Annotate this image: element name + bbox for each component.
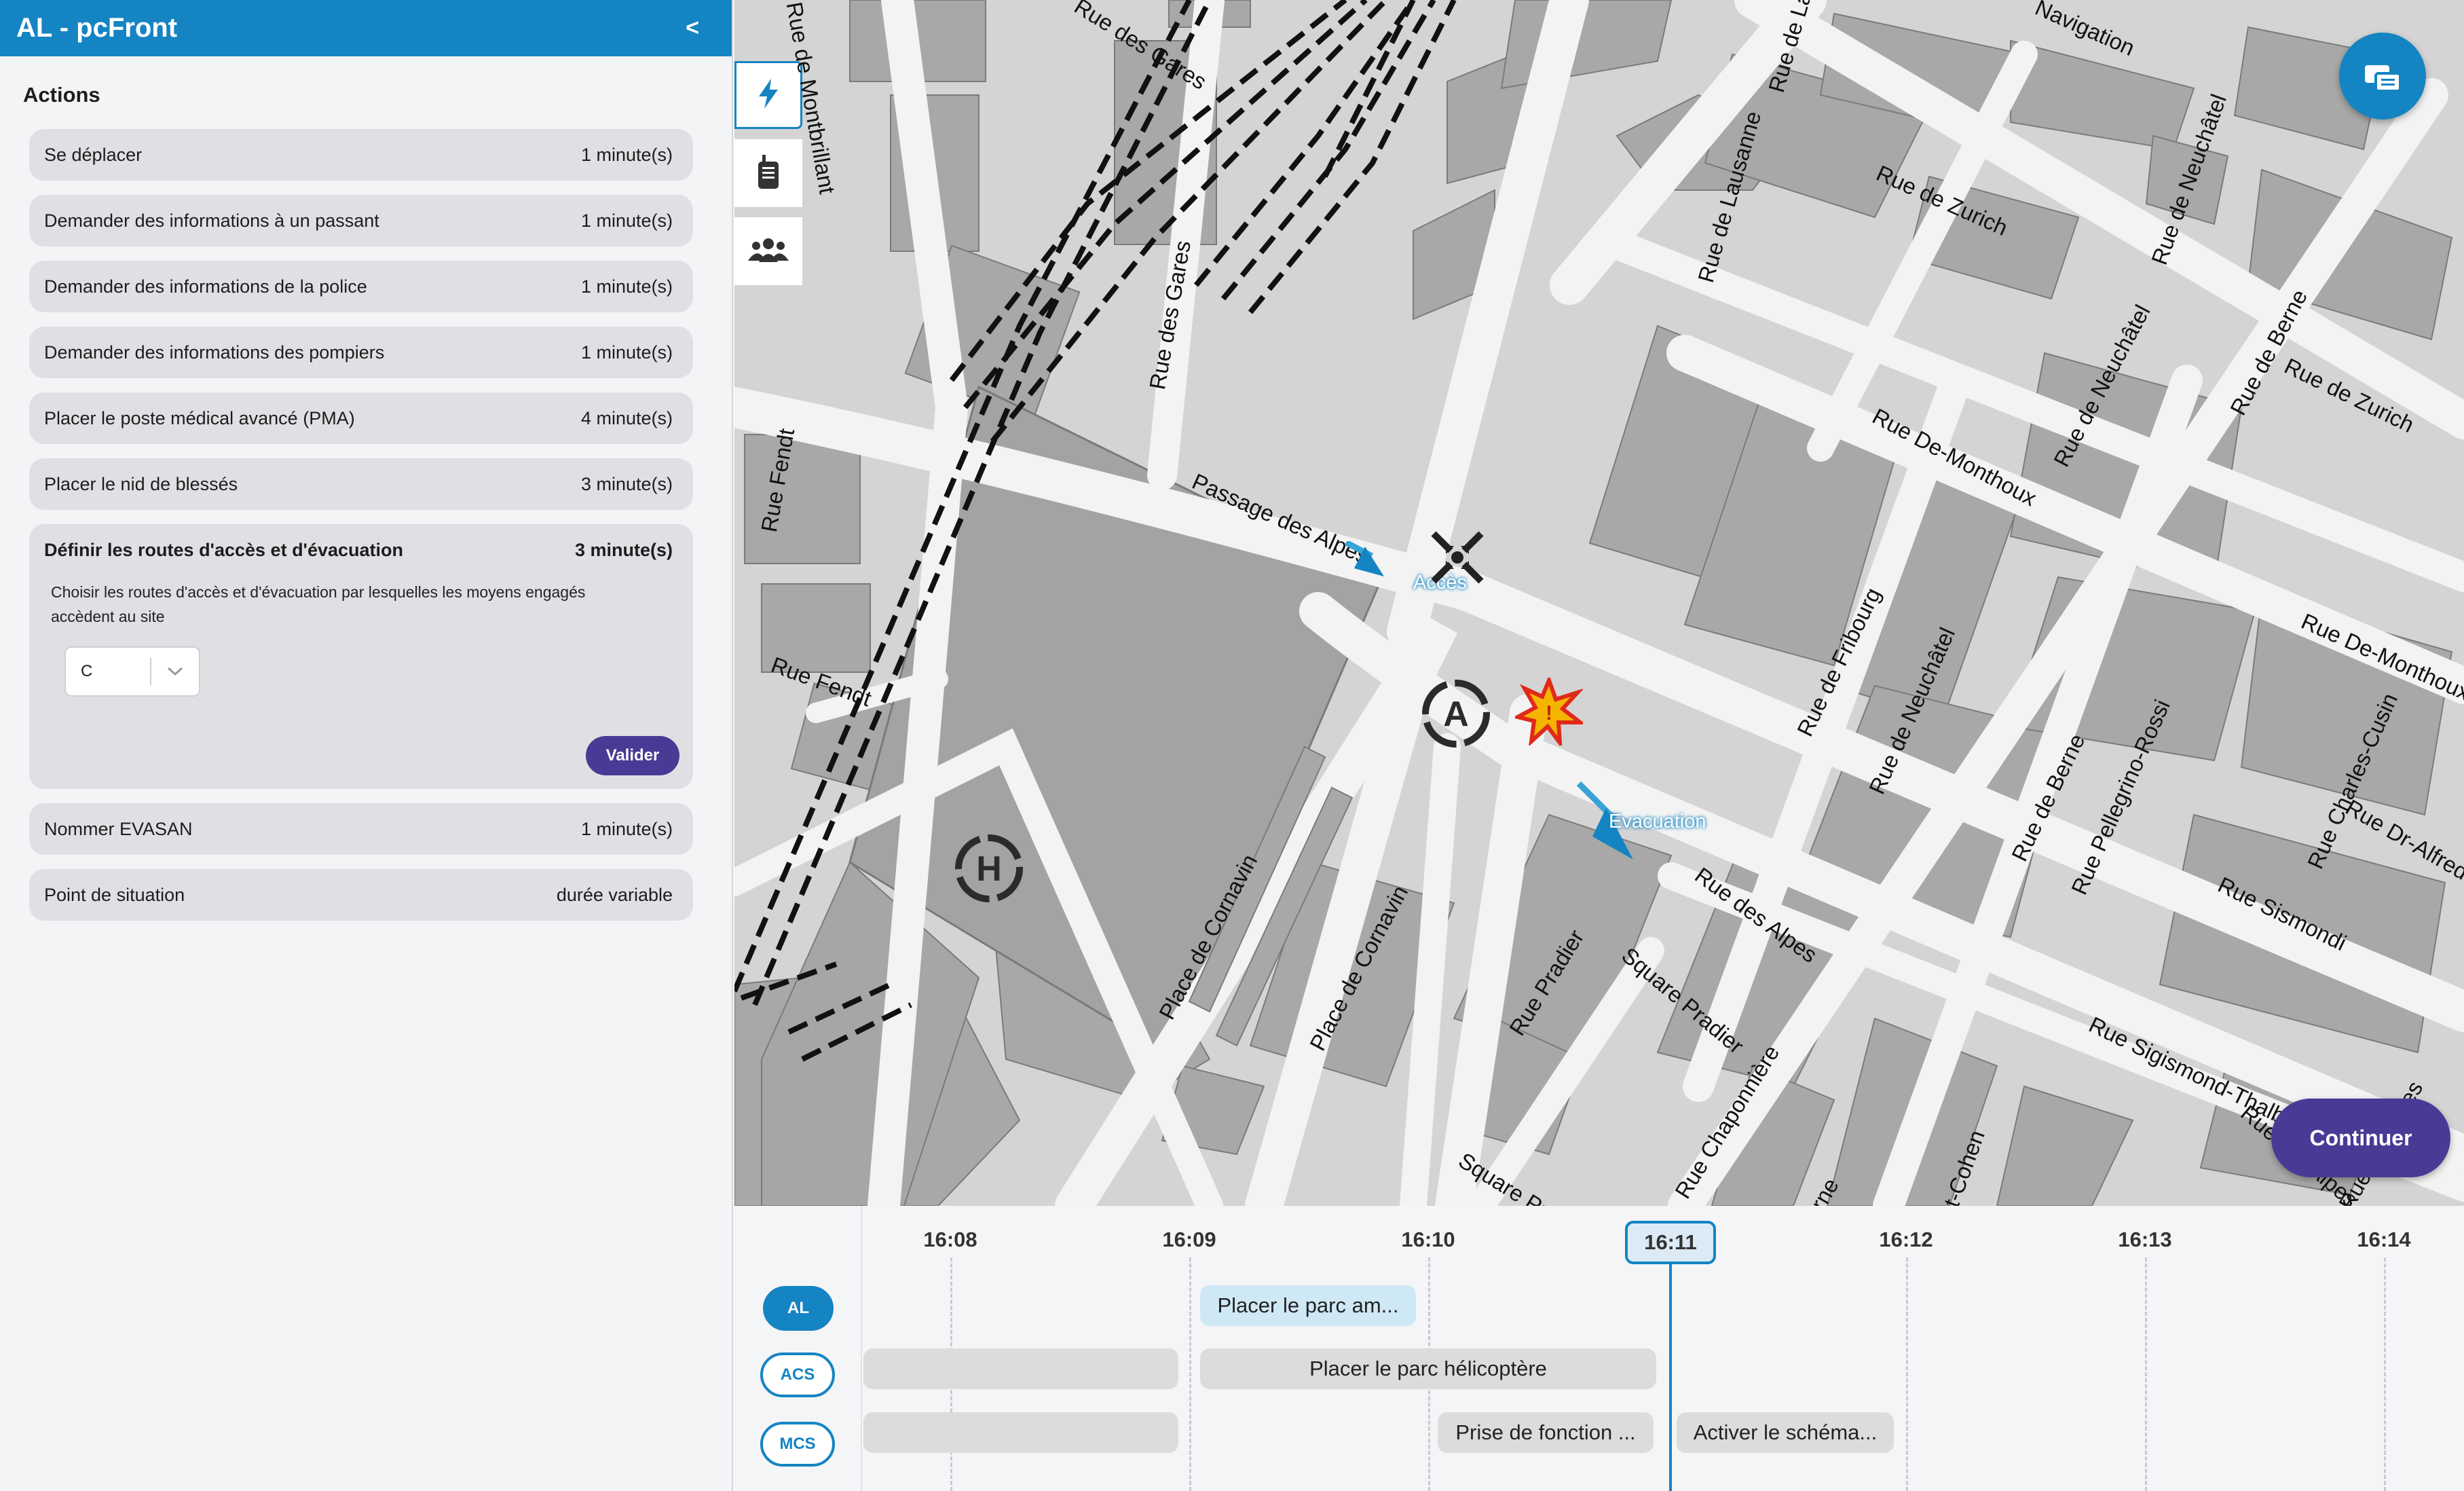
radio-icon xyxy=(755,153,781,194)
action-item-expanded: Définir les routes d'accès et d'évacuati… xyxy=(29,524,693,789)
current-time-badge: 16:11 xyxy=(1625,1221,1716,1264)
timeline-bar[interactable]: Activer le schéma... xyxy=(1677,1412,1894,1453)
map-tool-radio[interactable] xyxy=(734,139,802,207)
timeline-bar[interactable] xyxy=(863,1412,1178,1453)
time-tick: 16:12 xyxy=(1879,1228,1933,1251)
timeline-bar[interactable]: Prise de fonction ... xyxy=(1438,1412,1654,1453)
app-title: AL - pcFront xyxy=(16,13,178,43)
action-duration: durée variable xyxy=(556,884,673,905)
action-label: Nommer EVASAN xyxy=(44,818,193,839)
group-icon xyxy=(748,236,789,267)
actions-heading: Actions xyxy=(23,83,100,107)
action-item[interactable]: Demander des informations des pompiers 1… xyxy=(29,327,693,378)
action-label: Placer le nid de blessés xyxy=(44,473,238,494)
evacuation-route-label: Evacuation xyxy=(1609,811,1706,832)
time-gridline xyxy=(1189,1257,1191,1491)
svg-text:H: H xyxy=(976,849,1002,889)
collapse-panel-button[interactable]: < xyxy=(686,15,699,41)
svg-text:A: A xyxy=(1443,695,1469,734)
actor-acs[interactable]: ACS xyxy=(760,1352,835,1397)
time-gridline xyxy=(2384,1257,2386,1491)
action-label: Demander des informations à un passant xyxy=(44,210,379,231)
assembly-point-icon[interactable] xyxy=(1420,520,1495,595)
action-duration: 3 minute(s) xyxy=(574,539,673,560)
chevron-down-icon[interactable] xyxy=(151,666,199,677)
action-duration: 1 minute(s) xyxy=(580,144,673,165)
timeline-actors: AL ACS MCS xyxy=(734,1206,862,1491)
action-duration: 1 minute(s) xyxy=(580,818,673,839)
validate-button[interactable]: Valider xyxy=(586,736,679,775)
time-tick: 16:10 xyxy=(1401,1228,1455,1251)
action-duration: 3 minute(s) xyxy=(580,473,673,494)
map-tool-groups[interactable] xyxy=(734,217,802,285)
app-titlebar: AL - pcFront < xyxy=(0,0,732,56)
time-tick: 16:14 xyxy=(2357,1228,2411,1251)
dispatch-icon xyxy=(2365,65,2402,92)
action-duration: 1 minute(s) xyxy=(580,342,673,363)
timeline: AL ACS MCS 16:08 16:09 16:10 16:12 16:13… xyxy=(734,1206,2464,1491)
timeline-bar[interactable]: Placer le parc hélicoptère xyxy=(1200,1348,1656,1389)
map-canvas[interactable] xyxy=(734,0,2464,1206)
action-label: Placer le poste médical avancé (PMA) xyxy=(44,407,355,428)
current-time-line xyxy=(1669,1264,1672,1491)
action-item[interactable]: Se déplacer 1 minute(s) xyxy=(29,129,693,181)
expanded-action-header[interactable]: Définir les routes d'accès et d'évacuati… xyxy=(44,538,673,562)
timeline-bar[interactable] xyxy=(863,1348,1178,1389)
time-tick: 16:08 xyxy=(923,1228,977,1251)
action-duration: 1 minute(s) xyxy=(580,276,673,297)
time-tick: 16:09 xyxy=(1162,1228,1216,1251)
action-label: Point de situation xyxy=(44,884,185,905)
incident-icon[interactable]: ! xyxy=(1515,678,1583,746)
action-item[interactable]: Demander des informations à un passant 1… xyxy=(29,195,693,246)
time-tick: 16:13 xyxy=(2118,1228,2172,1251)
action-duration: 1 minute(s) xyxy=(580,210,673,231)
action-label: Demander des informations des pompiers xyxy=(44,342,385,363)
action-description: Choisir les routes d'accès et d'évacuati… xyxy=(51,583,586,625)
action-label: Se déplacer xyxy=(44,144,143,165)
action-label: Définir les routes d'accès et d'évacuati… xyxy=(44,539,404,560)
action-item[interactable]: Placer le poste médical avancé (PMA) 4 m… xyxy=(29,392,693,444)
time-gridline xyxy=(2145,1257,2147,1491)
time-gridline xyxy=(1906,1257,1908,1491)
svg-text:!: ! xyxy=(1546,702,1552,724)
access-arrow-icon xyxy=(1345,541,1384,576)
actions-list: Se déplacer 1 minute(s) Demander des inf… xyxy=(29,129,693,935)
dispatch-button[interactable] xyxy=(2339,33,2426,119)
action-label: Demander des informations de la police xyxy=(44,276,367,297)
ambulance-parking-icon[interactable]: A xyxy=(1419,676,1493,751)
map-view[interactable]: Rue des Gares Rue de Montbrillant Rue de… xyxy=(734,0,2464,1206)
route-select-value: C xyxy=(81,662,93,680)
left-panel: AL - pcFront < Actions Se déplacer 1 min… xyxy=(0,0,733,1491)
action-item[interactable]: Point de situation durée variable xyxy=(29,869,693,921)
route-select[interactable]: C xyxy=(64,646,200,697)
action-item[interactable]: Nommer EVASAN 1 minute(s) xyxy=(29,803,693,855)
action-item[interactable]: Demander des informations de la police 1… xyxy=(29,261,693,312)
actor-mcs[interactable]: MCS xyxy=(760,1422,835,1467)
actor-al[interactable]: AL xyxy=(763,1286,834,1331)
helicopter-landing-icon[interactable]: H xyxy=(952,831,1026,906)
continue-button[interactable]: Continuer xyxy=(2271,1099,2450,1177)
lightning-icon xyxy=(755,77,782,113)
timeline-bar[interactable]: Placer le parc am... xyxy=(1200,1285,1416,1326)
action-item[interactable]: Placer le nid de blessés 3 minute(s) xyxy=(29,458,693,510)
action-duration: 4 minute(s) xyxy=(580,407,673,428)
